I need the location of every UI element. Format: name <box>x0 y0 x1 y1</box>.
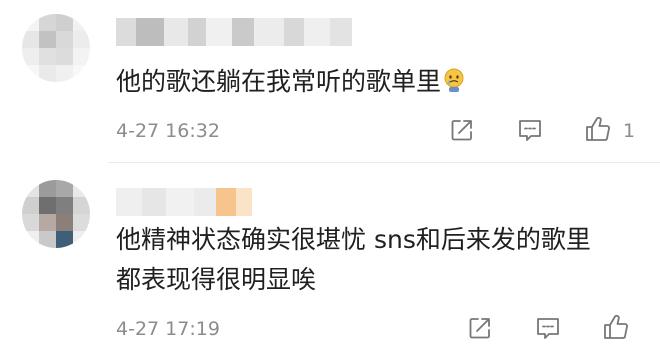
comment-text: 他精神状态确实很堪忧 sns和后来发的歌里 都表现得很明显唉 <box>116 220 591 300</box>
comment-button[interactable] <box>533 313 563 343</box>
comment-item: 他的歌还躺在我常听的歌单里 4-27 16:32 1 <box>0 0 660 164</box>
like-button[interactable] <box>583 114 613 144</box>
share-icon <box>451 120 472 141</box>
comment-text-line: 他精神状态确实很堪忧 sns和后来发的歌里 <box>116 225 591 254</box>
avatar[interactable] <box>22 180 90 248</box>
thumbs-up-icon <box>604 314 628 339</box>
comment-text-line: 都表现得很明显唉 <box>116 265 317 294</box>
comment-text-line: 他的歌还躺在我常听的歌单里 <box>116 67 442 96</box>
comment-button[interactable] <box>515 115 545 145</box>
avatar[interactable] <box>22 14 90 82</box>
repost-button[interactable] <box>465 313 495 343</box>
username-blurred[interactable] <box>116 14 352 50</box>
username-blurred[interactable] <box>116 184 252 220</box>
repost-button[interactable] <box>447 115 477 145</box>
like-count: 1 <box>623 120 636 142</box>
timestamp: 4-27 17:19 <box>116 318 220 340</box>
like-button[interactable] <box>601 312 631 342</box>
comment-item: 他精神状态确实很堪忧 sns和后来发的歌里 都表现得很明显唉 4-27 17:1… <box>0 164 660 364</box>
comment-icon <box>519 120 541 141</box>
timestamp: 4-27 16:32 <box>116 120 220 142</box>
comment-text: 他的歌还躺在我常听的歌单里 <box>116 62 465 102</box>
comment-icon <box>537 318 559 339</box>
thumbs-up-icon <box>586 116 610 141</box>
divider <box>108 162 660 163</box>
share-icon <box>469 318 490 339</box>
crying-face-icon <box>443 65 465 92</box>
